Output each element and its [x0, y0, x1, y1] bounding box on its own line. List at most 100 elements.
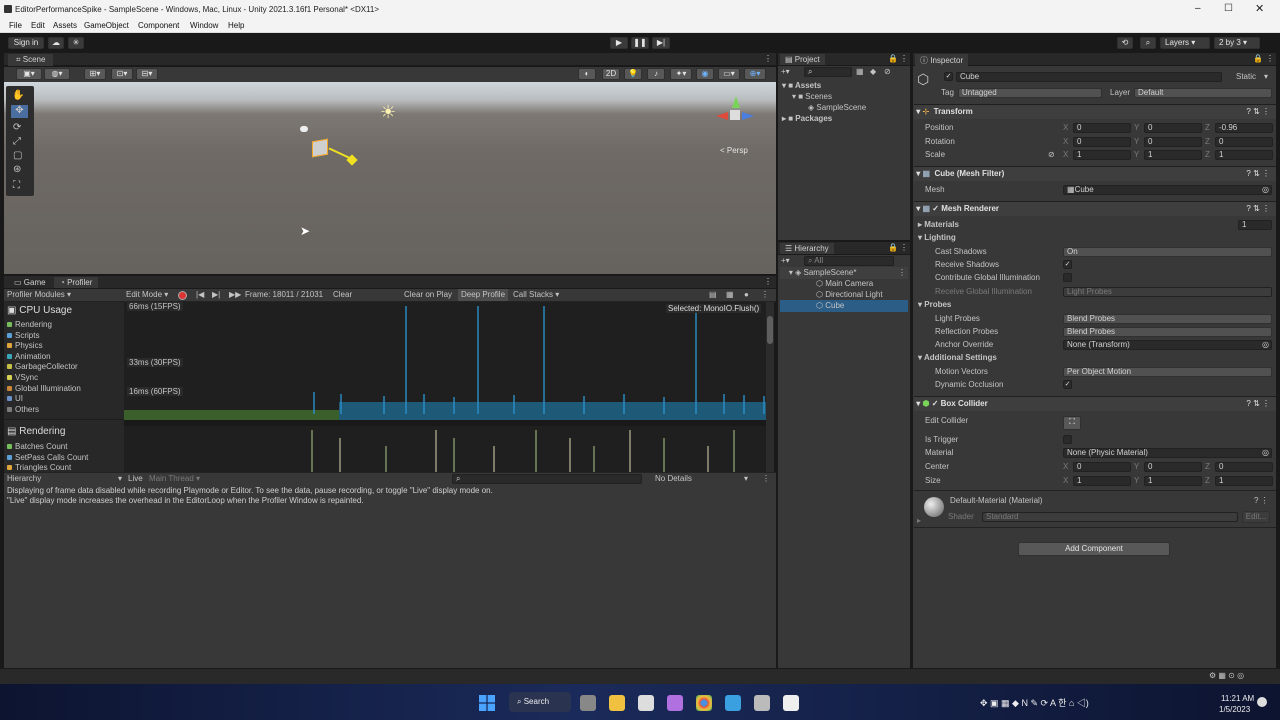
orientation-gizmo[interactable]: [716, 96, 756, 132]
snap-dropdown[interactable]: ⊡▾: [111, 68, 133, 80]
collab-icon[interactable]: ✳: [68, 37, 84, 49]
reflection-probes-dropdown[interactable]: Blend Probes: [1063, 327, 1272, 337]
profiler-search-input[interactable]: ⌕: [452, 474, 642, 484]
scrollbar-thumb[interactable]: [767, 316, 773, 344]
gizmos-dropdown[interactable]: ⊕▾: [744, 68, 766, 80]
material-foldout-icon[interactable]: ▸: [917, 515, 921, 527]
tree-packages[interactable]: ▸ ■ Packages: [782, 113, 832, 125]
transform-x-field[interactable]: 0: [1073, 123, 1131, 133]
materials-foldout[interactable]: ▸ Materials: [918, 219, 959, 231]
additional-settings-foldout[interactable]: ▾ Additional Settings: [918, 352, 997, 364]
first-frame-icon[interactable]: |◀: [196, 289, 204, 301]
taskbar-search[interactable]: ⌕ Search: [509, 692, 571, 712]
transform-tool-icon[interactable]: ⊛: [13, 164, 21, 175]
hand-tool-icon[interactable]: ✋: [12, 90, 24, 101]
collider-z-field[interactable]: 0: [1215, 462, 1273, 472]
scene-viewport[interactable]: ✋ ✥ ⟳ ⤢ ▢ ⊛ ⛶ ☀ ➤ < Persp: [4, 82, 776, 274]
effects-dropdown[interactable]: ✦▾: [670, 68, 692, 80]
menu-file[interactable]: File: [9, 21, 22, 30]
menu-edit[interactable]: Edit: [31, 21, 45, 30]
custom-tool-icon[interactable]: ⛶: [13, 180, 20, 191]
hierarchy-search-input[interactable]: ⌕ All: [804, 256, 894, 266]
menu-gameobject[interactable]: GameObject: [84, 21, 129, 30]
light-probes-dropdown[interactable]: Blend Probes: [1063, 314, 1272, 324]
maximize-icon[interactable]: ☐: [1224, 3, 1233, 14]
layout-dropdown[interactable]: 2 by 3 ▾: [1214, 37, 1260, 49]
collider-z-field[interactable]: 1: [1215, 475, 1273, 486]
lighting-icon[interactable]: 💡: [624, 68, 642, 80]
chrome-icon[interactable]: [696, 695, 712, 711]
rendering-module[interactable]: ▤ Rendering Batches Count SetPass Calls C…: [4, 420, 124, 472]
transform-x-field[interactable]: 1: [1073, 150, 1131, 160]
lighting-foldout[interactable]: ▾ Lighting: [918, 232, 956, 244]
rotate-tool-icon[interactable]: ⟳: [13, 122, 21, 133]
close-icon[interactable]: ✕: [1255, 2, 1264, 15]
play-icon[interactable]: ▶: [610, 37, 628, 49]
tag-dropdown[interactable]: Untagged: [958, 88, 1102, 98]
rendering-legend-item[interactable]: Batches Count: [7, 442, 67, 451]
materials-count[interactable]: 1: [1238, 220, 1272, 230]
cpu-legend-item[interactable]: Global Illumination: [7, 384, 81, 393]
cube-object[interactable]: [312, 138, 328, 158]
cpu-legend-item[interactable]: GarbageCollector: [7, 362, 78, 371]
camera-gizmo-icon[interactable]: [300, 126, 308, 132]
cpu-module[interactable]: ▣ CPU Usage Rendering Scripts Physics Anima…: [4, 302, 124, 420]
pause-icon[interactable]: ❚❚: [631, 37, 649, 49]
clear-button[interactable]: Clear: [333, 289, 352, 301]
persp-label[interactable]: < Persp: [720, 146, 748, 155]
constrain-proportions-icon[interactable]: ⊘: [1048, 149, 1055, 161]
transform-z-field[interactable]: 0: [1215, 136, 1273, 147]
move-tool-icon[interactable]: ✥: [11, 105, 28, 118]
mode-2d-button[interactable]: 2D: [602, 68, 620, 80]
menu-assets[interactable]: Assets: [53, 21, 77, 30]
scale-tool-icon[interactable]: ⤢: [13, 136, 21, 147]
collider-y-field[interactable]: 1: [1144, 475, 1202, 486]
transform-z-field[interactable]: 1: [1215, 150, 1273, 160]
anchor-override-field[interactable]: None (Transform) ◎: [1063, 340, 1272, 350]
cpu-chart[interactable]: 66ms (15FPS) 33ms (30FPS) 16ms (60FPS) S…: [124, 302, 766, 420]
clear-on-play-toggle[interactable]: Clear on Play: [404, 289, 452, 301]
shader-edit-button[interactable]: Edit...: [1242, 511, 1270, 523]
layers-dropdown[interactable]: Layers ▾: [1160, 37, 1210, 49]
light-gizmo-icon[interactable]: ☀: [380, 102, 396, 123]
call-stacks-dropdown[interactable]: Call Stacks ▾: [513, 289, 559, 301]
status-icons[interactable]: ⚙ ▦ ⊙ ◎: [1209, 671, 1244, 680]
static-dropdown-icon[interactable]: ▾: [1264, 71, 1268, 83]
history-icon[interactable]: ⟲: [1117, 37, 1133, 49]
hierarchy-item-cube[interactable]: ⬡ Cube: [780, 300, 908, 312]
scene-more-icon[interactable]: ⋮: [764, 54, 772, 63]
audio-icon[interactable]: ♪: [647, 68, 665, 80]
hierarchy-add-button[interactable]: +▾: [781, 255, 790, 267]
menu-component[interactable]: Component: [138, 21, 179, 30]
edit-collider-icon[interactable]: ⛶: [1063, 416, 1081, 430]
clock-time[interactable]: 11:21 AM: [1221, 694, 1254, 703]
mesh-renderer-enabled[interactable]: ✓: [932, 204, 939, 213]
mesh-renderer-header[interactable]: ▾ ▦ ✓ Mesh Renderer? ⇅ ⋮: [914, 201, 1276, 216]
tab-scene[interactable]: ⌗ Scene: [8, 54, 54, 66]
notification-icon[interactable]: [1257, 697, 1267, 707]
is-trigger-checkbox[interactable]: [1063, 435, 1072, 444]
box-collider-enabled[interactable]: ✓: [932, 399, 939, 408]
add-component-button[interactable]: Add Component: [1018, 542, 1170, 556]
step-icon[interactable]: ▶|: [652, 37, 670, 49]
project-lock-icon[interactable]: 🔒: [888, 54, 898, 63]
component-menu-icon[interactable]: ? ⇅ ⋮: [1246, 202, 1270, 216]
edit-mode-dropdown[interactable]: Edit Mode ▾: [126, 289, 168, 301]
slack-icon[interactable]: [667, 695, 683, 711]
probes-foldout[interactable]: ▾ Probes: [918, 299, 951, 311]
record-icon[interactable]: [178, 291, 187, 300]
active-checkbox[interactable]: ✓: [944, 72, 953, 81]
cpu-legend-item[interactable]: Physics: [7, 341, 43, 350]
object-name-input[interactable]: Cube: [956, 72, 1222, 82]
cast-shadows-dropdown[interactable]: On: [1063, 247, 1272, 257]
draw-mode-dropdown[interactable]: ▣▾: [16, 68, 42, 80]
label-icon[interactable]: ◆: [870, 66, 876, 78]
hierarchy-more-icon[interactable]: ⋮: [900, 243, 908, 252]
visibility-icon[interactable]: ⊘: [884, 66, 891, 78]
tab-profiler[interactable]: ◔ Profiler: [54, 277, 99, 288]
inspector-lock-icon[interactable]: 🔒: [1253, 54, 1263, 63]
sign-in-button[interactable]: Sign in: [8, 37, 44, 49]
layer-dropdown[interactable]: Default: [1134, 88, 1272, 98]
inspector-more-icon[interactable]: ⋮: [1266, 54, 1274, 63]
profiler-more-icon[interactable]: ⋮: [764, 277, 772, 286]
